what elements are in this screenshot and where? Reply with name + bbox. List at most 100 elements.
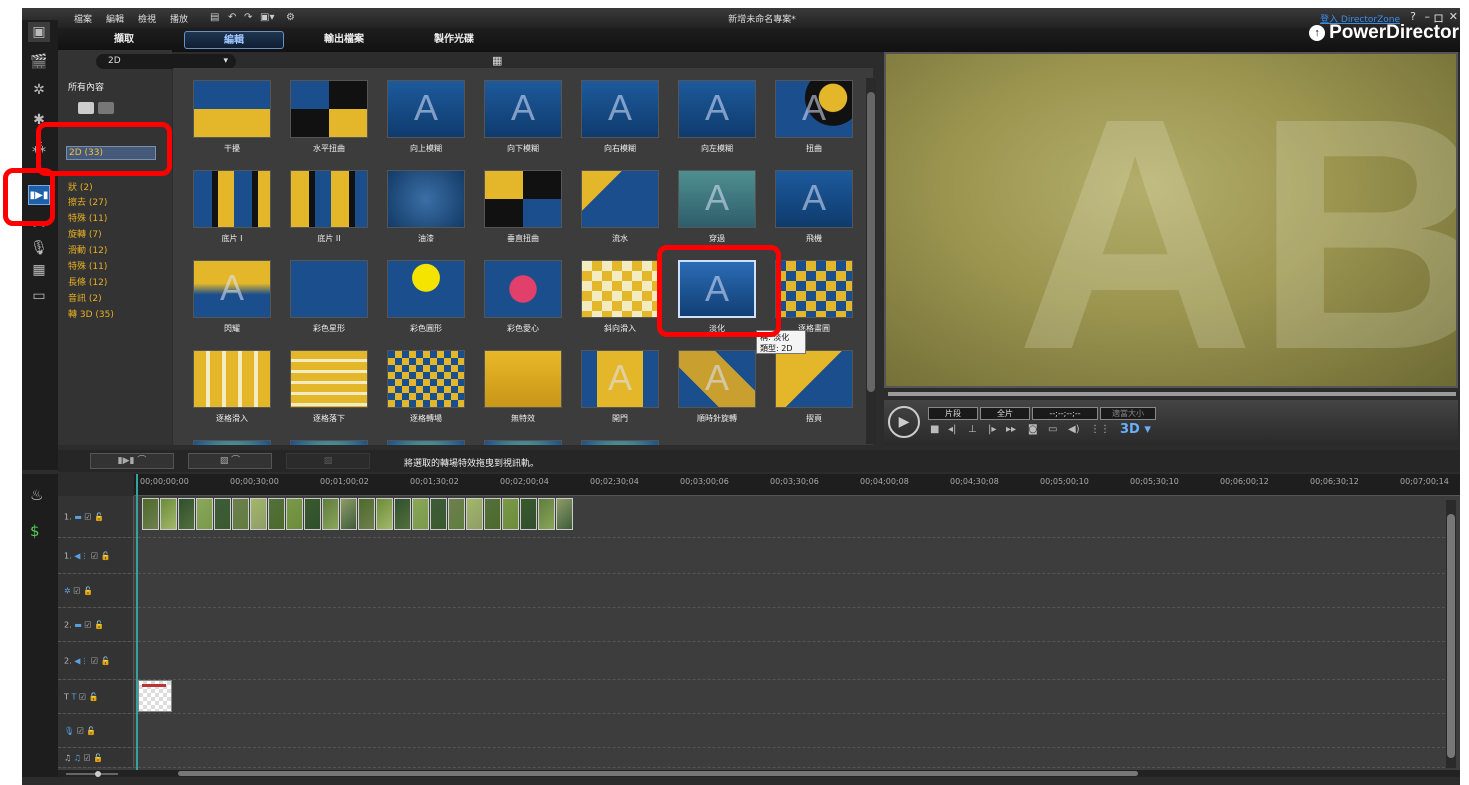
category-dropdown[interactable]: 2D ▾ [96,54,236,69]
layout-icon[interactable]: ▣▾ [260,12,274,23]
transition-thumb[interactable]: A 向左模糊 [678,80,756,168]
category-item[interactable]: 滑動 (12) [68,243,107,256]
category-item[interactable]: 狀 (2) [68,180,93,193]
transition-thumb[interactable]: 逐格落下 [290,350,368,438]
video-clip[interactable] [484,498,501,530]
transition-thumb[interactable]: A 向下模糊 [484,80,562,168]
timeline-ruler[interactable]: 00;00;00;00 00;00;30;00 00;01;00;02 00;01;3… [134,474,1460,496]
video-clip[interactable] [340,498,357,530]
chapter-room-icon[interactable]: ▦ [28,260,50,280]
playhead[interactable] [136,474,138,774]
undock-icon[interactable]: ▭ [1048,424,1057,435]
transition-thumb[interactable]: 彩色愛心 [484,260,562,348]
category-item[interactable]: 音訊 (2) [68,291,102,304]
transition-thumb[interactable]: 摺頁 [775,350,853,438]
undo-icon[interactable]: ↶ [228,12,236,23]
menu-play[interactable]: 播放 [170,12,188,25]
video-clip[interactable] [160,498,177,530]
video-clip[interactable] [520,498,537,530]
menu-edit[interactable]: 編輯 [106,12,124,25]
video-clip[interactable] [358,498,375,530]
video-clip[interactable] [448,498,465,530]
video-clip[interactable] [196,498,213,530]
track-enable-checkbox[interactable]: ☑ [77,726,84,735]
3d-mode-button[interactable]: 3D ▾ [1120,422,1151,437]
effect-track[interactable]: ✲ ☑ 🔓 [58,574,1450,608]
video-clip[interactable] [214,498,231,530]
video-clip[interactable] [412,498,429,530]
track-lock-icon[interactable]: 🔓 [89,692,99,701]
track-lock-icon[interactable]: 🔓 [94,620,104,629]
magic-motion-icon[interactable]: $ [30,522,40,540]
next-frame-icon[interactable]: |▸ [988,424,996,435]
delete-folder-icon[interactable] [98,102,114,114]
transition-thumb[interactable]: A 順時針旋轉 [678,350,756,438]
movie-mode-button[interactable]: 全片 [980,407,1030,420]
prev-frame-icon[interactable]: ◂| [948,424,956,435]
track-enable-checkbox[interactable]: ☑ [83,753,90,762]
grid-scrollbar[interactable] [866,78,876,444]
transition-thumb[interactable]: 底片 II [290,170,368,258]
category-item[interactable]: 旋轉 (7) [68,227,102,240]
track-lock-icon[interactable]: 🔓 [93,753,103,762]
track-lock-icon[interactable]: 🔓 [101,551,111,560]
track-enable-checkbox[interactable]: ☑ [73,586,80,595]
track-enable-checkbox[interactable]: ☑ [84,512,91,521]
category-item[interactable]: 轉 3D (35) [68,307,114,320]
settings-gear-icon[interactable]: ⚙ [286,12,295,23]
transition-thumb[interactable]: 逐格滑入 [193,350,271,438]
transition-thumb[interactable]: 垂直扭曲 [484,170,562,258]
video-track-2[interactable]: 2. ▬ ☑ 🔓 [58,608,1450,642]
media-room-icon[interactable]: 🎬 [28,52,50,72]
disabled-tool-button[interactable]: ▨ [286,453,370,469]
tab-produce[interactable]: 輸出檔案 [294,31,394,49]
track-enable-checkbox[interactable]: ☑ [91,551,98,560]
transition-thumb[interactable]: 彩色圓形 [387,260,465,348]
transition-thumb[interactable] [290,440,368,445]
transition-thumb[interactable]: 斜向滑入 [581,260,659,348]
timeline-horizontal-scrollbar[interactable] [58,770,1460,777]
zoom-icon[interactable]: ⋮⋮ [1090,424,1110,435]
video-clip[interactable] [286,498,303,530]
transition-thumb[interactable]: 水平扭曲 [290,80,368,168]
tab-capture[interactable]: 擷取 [74,31,174,49]
subtitle-room-icon[interactable]: ▭ [28,286,50,306]
transition-thumb[interactable]: 無特效 [484,350,562,438]
transition-thumb[interactable]: A 開門 [581,350,659,438]
track-enable-checkbox[interactable]: ☑ [84,620,91,629]
transition-thumb[interactable]: 彩色星形 [290,260,368,348]
video-clip[interactable] [556,498,573,530]
category-item[interactable]: 長條 (12) [68,275,107,288]
video-clip[interactable] [502,498,519,530]
video-clip[interactable] [142,498,159,530]
menu-file[interactable]: 檔案 [74,12,92,25]
transition-thumb[interactable] [387,440,465,445]
video-clip[interactable] [250,498,267,530]
track-lock-icon[interactable]: 🔓 [101,656,111,665]
transition-thumb[interactable]: A 閃耀 [193,260,271,348]
transition-thumb[interactable]: A 扭曲 [775,80,853,168]
transition-thumb[interactable]: 流水 [581,170,659,258]
music-track[interactable]: ♫ ♫ ☑ 🔓 [58,748,1450,768]
audio-track-1[interactable]: 1. ◀⋮ ☑ 🔓 [58,538,1450,574]
track-lock-icon[interactable]: 🔓 [86,726,96,735]
save-icon[interactable]: ▤ [210,12,219,23]
transition-thumb[interactable]: 底片 I [193,170,271,258]
category-item[interactable]: 特殊 (11) [68,259,107,272]
video-clip[interactable] [376,498,393,530]
fast-forward-icon[interactable]: ▸▸ [1006,424,1016,435]
snapshot-icon[interactable]: ◙ [1028,424,1038,435]
playback-progress[interactable] [888,392,1456,396]
title-track[interactable]: T T ☑ 🔓 [58,680,1450,714]
transition-thumb[interactable]: 逐格轉場 [387,350,465,438]
apply-transition-button[interactable]: ▨ ⌒ [188,453,272,469]
effect-room-icon[interactable]: ✲ [28,80,50,100]
fit-size-dropdown[interactable]: 適當大小 [1100,407,1156,420]
grid-view-icon[interactable]: ▦ [492,54,502,67]
video-clip[interactable] [430,498,447,530]
video-clip[interactable] [394,498,411,530]
track-lock-icon[interactable]: 🔓 [94,512,104,521]
menu-view[interactable]: 檢視 [138,12,156,25]
play-button[interactable]: ▶ [888,406,920,438]
clip-mode-button[interactable]: 片段 [928,407,978,420]
